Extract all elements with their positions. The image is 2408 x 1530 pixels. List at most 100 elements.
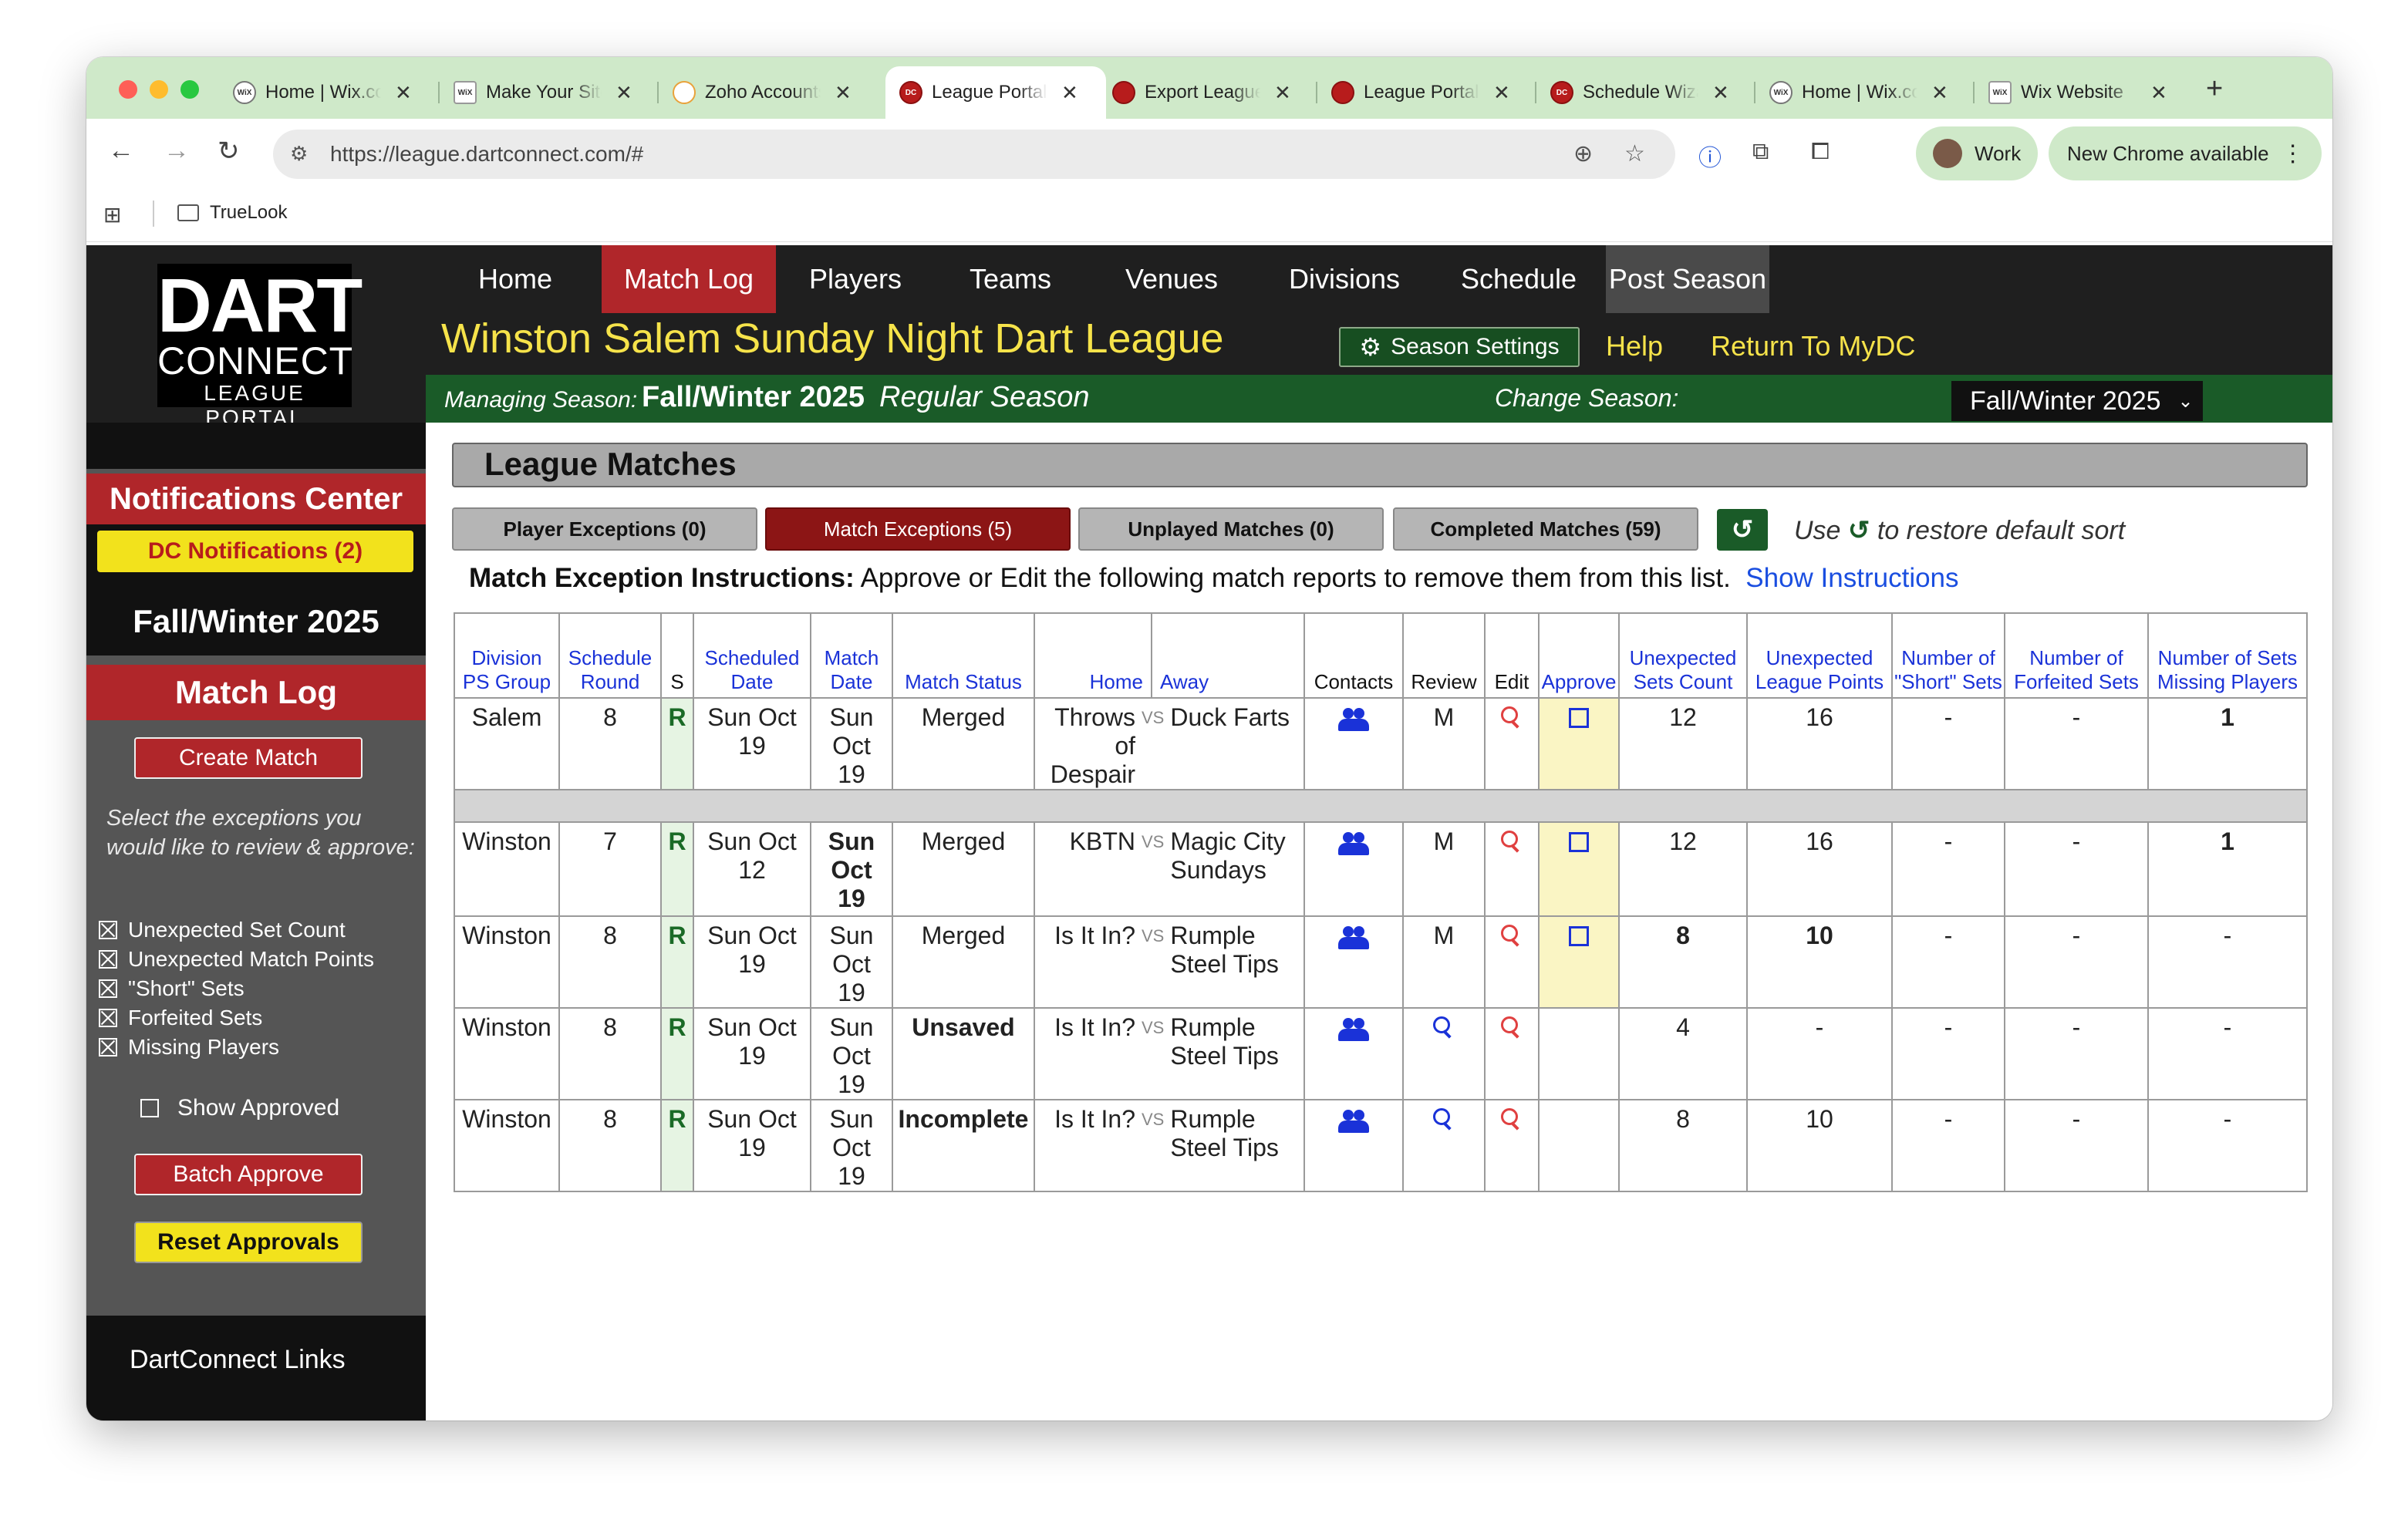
approve-checkbox[interactable] [1569, 708, 1589, 728]
show-approved-toggle[interactable]: Show Approved [140, 1095, 339, 1121]
tab-player-exceptions[interactable]: Player Exceptions (0) [452, 507, 757, 551]
edit-search-icon[interactable] [1501, 925, 1523, 946]
browser-tab[interactable]: League Portal ✕ [1317, 66, 1524, 119]
browser-tab[interactable]: WiXHome | Wix.com✕ [219, 66, 426, 119]
review-link[interactable]: M [1402, 915, 1486, 1009]
col-scheduled-date[interactable]: Scheduled Date [693, 612, 811, 699]
filter-unexpected-match-points[interactable]: Unexpected Match Points [99, 947, 374, 972]
nav-divisions[interactable]: Divisions [1257, 245, 1432, 313]
approve-checkbox[interactable] [1569, 926, 1589, 946]
restore-sort-button[interactable]: ↺ [1717, 509, 1768, 551]
nav-match-log[interactable]: Match Log [602, 245, 776, 313]
nav-post-season[interactable]: Post Season [1606, 245, 1769, 313]
tab-match-exceptions[interactable]: Match Exceptions (5) [765, 507, 1071, 551]
return-to-mydc-link[interactable]: Return To MyDC [1711, 330, 1915, 362]
forward-icon[interactable]: → [164, 136, 190, 166]
close-tab-icon[interactable]: ✕ [1931, 81, 1948, 105]
nav-players[interactable]: Players [776, 245, 935, 313]
close-tab-icon[interactable]: ✕ [2150, 81, 2167, 105]
checkbox-checked-icon[interactable] [99, 950, 117, 969]
col-missing-players[interactable]: Number of Sets Missing Players [2147, 612, 2308, 699]
batch-approve-button[interactable]: Batch Approve [134, 1154, 363, 1195]
zoom-window-button[interactable] [180, 80, 199, 99]
help-link[interactable]: Help [1606, 330, 1663, 362]
zoom-icon[interactable]: ⊕ [1573, 140, 1593, 167]
col-away[interactable]: Away [1151, 612, 1305, 699]
more-menu-icon[interactable]: ⋮ [2282, 140, 2305, 167]
tab-unplayed-matches[interactable]: Unplayed Matches (0) [1078, 507, 1384, 551]
dc-notifications-button[interactable]: DC Notifications (2) [97, 531, 413, 572]
close-tab-icon[interactable]: ✕ [395, 81, 412, 105]
col-match-status[interactable]: Match Status [892, 612, 1035, 699]
contacts-icon[interactable] [1338, 708, 1369, 731]
col-forfeited-sets[interactable]: Number of Forfeited Sets [2004, 612, 2149, 699]
checkbox-checked-icon[interactable] [99, 1009, 117, 1027]
table-row[interactable]: Winston 8 R Sun Oct 19 Sun Oct 19 Merged… [454, 915, 2308, 1009]
contacts-icon[interactable] [1338, 1110, 1369, 1133]
browser-tab[interactable]: WiX Wix Website ✕ [1975, 66, 2181, 119]
col-unexpected-sets[interactable]: Unexpected Sets Count [1618, 612, 1748, 699]
browser-tab[interactable]: WiXHome | Wix.com✕ [1755, 66, 1962, 119]
reset-approvals-button[interactable]: Reset Approvals [134, 1222, 363, 1263]
contacts-icon[interactable] [1338, 926, 1369, 949]
edit-search-icon[interactable] [1501, 1016, 1523, 1038]
approve-checkbox[interactable] [1569, 832, 1589, 852]
close-tab-icon[interactable]: ✕ [1061, 81, 1078, 105]
close-tab-icon[interactable]: ✕ [1493, 81, 1510, 105]
browser-tab[interactable]: Zoho Accounts ✕ [659, 66, 865, 119]
bookmark-folder[interactable]: TrueLook [177, 202, 288, 224]
checkbox-checked-icon[interactable] [99, 1038, 117, 1057]
reload-icon[interactable]: ↻ [218, 136, 240, 167]
season-select[interactable]: Fall/Winter 2025 ⌄ [1951, 381, 2203, 421]
col-home[interactable]: Home [1034, 612, 1152, 699]
filter-forfeited-sets[interactable]: Forfeited Sets [99, 1006, 262, 1030]
url-text[interactable]: https://league.dartconnect.com/# [330, 142, 643, 167]
bookmark-star-icon[interactable]: ☆ [1624, 140, 1645, 167]
review-search-icon[interactable] [1433, 1108, 1455, 1130]
nav-teams[interactable]: Teams [935, 245, 1086, 313]
update-chrome-button[interactable]: New Chrome available ⋮ [2049, 126, 2322, 180]
col-unexpected-points[interactable]: Unexpected League Points [1746, 612, 1893, 699]
checkbox-icon[interactable] [140, 1099, 159, 1117]
browser-tab[interactable]: Export League ✕ [1098, 66, 1305, 119]
dartconnect-logo[interactable]: DART CONNECT LEAGUE PORTAL [157, 264, 363, 430]
nav-schedule[interactable]: Schedule [1432, 245, 1606, 313]
back-icon[interactable]: ← [108, 136, 134, 166]
browser-tab[interactable]: WiX Make Your Site ✕ [440, 66, 646, 119]
review-link[interactable]: M [1402, 697, 1486, 790]
table-row[interactable]: Winston 8 R Sun Oct 19 Sun Oct 19 Unsave… [454, 1007, 2308, 1100]
address-bar[interactable]: ⚙ https://league.dartconnect.com/# ⊕ ☆ [273, 130, 1675, 179]
profile-button[interactable]: Work [1916, 126, 2038, 180]
edit-search-icon[interactable] [1501, 1108, 1523, 1130]
close-tab-icon[interactable]: ✕ [835, 81, 852, 105]
table-row[interactable]: Winston 8 R Sun Oct 19 Sun Oct 19 Incomp… [454, 1099, 2308, 1192]
password-manager-icon[interactable]: ⓘ [1698, 139, 1722, 173]
table-row[interactable]: Salem 8 R Sun Oct 19 Sun Oct 19 Merged T… [454, 697, 2308, 790]
col-match-date[interactable]: Match Date [810, 612, 893, 699]
tab-completed-matches[interactable]: Completed Matches (59) [1393, 507, 1698, 551]
filter-unexpected-set-count[interactable]: Unexpected Set Count [99, 918, 346, 942]
col-short-sets[interactable]: Number of "Short" Sets [1891, 612, 2005, 699]
extensions-icon[interactable]: ⧉ [1752, 139, 1769, 165]
dartconnect-links[interactable]: DartConnect Links [86, 1316, 426, 1420]
browser-tab[interactable]: DCSchedule Wizard✕ [1536, 66, 1743, 119]
col-schedule-round[interactable]: Schedule Round [558, 612, 662, 699]
tab-search-icon[interactable]: ⧠ [1811, 139, 1830, 165]
review-search-icon[interactable] [1433, 1016, 1455, 1038]
review-link[interactable]: M [1402, 821, 1486, 917]
close-window-button[interactable] [119, 80, 137, 99]
checkbox-checked-icon[interactable] [99, 921, 117, 939]
minimize-window-button[interactable] [150, 80, 168, 99]
apps-grid-icon[interactable]: ⊞ [103, 202, 121, 227]
nav-venues[interactable]: Venues [1086, 245, 1257, 313]
col-approve[interactable]: Approve [1538, 612, 1620, 699]
season-settings-button[interactable]: ⚙ Season Settings [1339, 327, 1580, 367]
browser-tab-active[interactable]: DC League Portal ✕ [885, 66, 1106, 119]
filter-short-sets[interactable]: "Short" Sets [99, 976, 245, 1001]
create-match-button[interactable]: Create Match [134, 737, 363, 779]
close-tab-icon[interactable]: ✕ [1712, 81, 1729, 105]
checkbox-checked-icon[interactable] [99, 979, 117, 998]
show-instructions-link[interactable]: Show Instructions [1745, 563, 1958, 593]
close-tab-icon[interactable]: ✕ [1274, 81, 1291, 105]
close-tab-icon[interactable]: ✕ [615, 81, 632, 105]
